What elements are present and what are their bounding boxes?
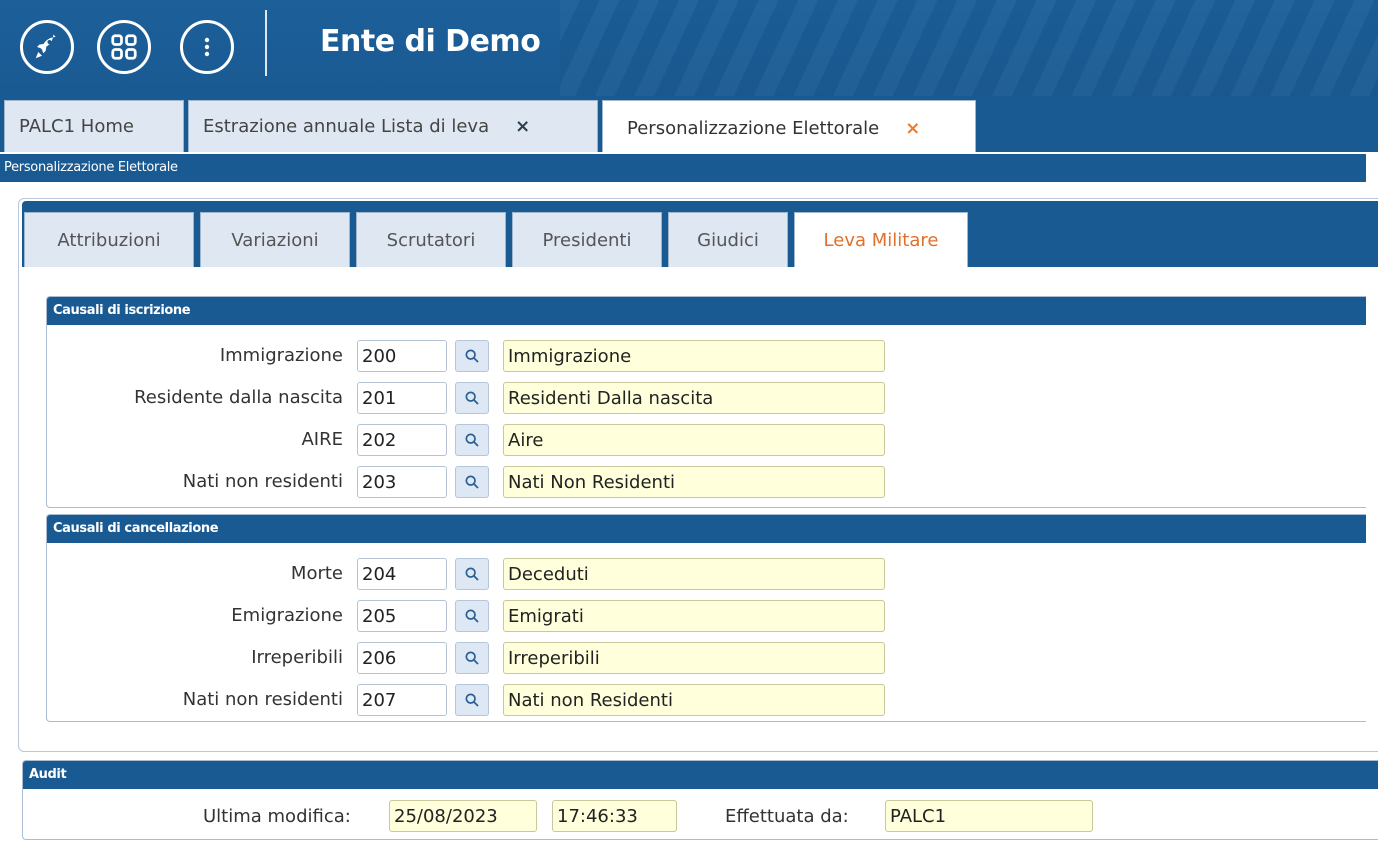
search-icon — [465, 609, 479, 623]
last-modified-label: Ultima modifica: — [203, 806, 351, 827]
search-icon — [465, 349, 479, 363]
fieldset-title: Causali di cancellazione — [47, 515, 1366, 543]
header-divider — [265, 10, 267, 76]
field-label: Irreperibili — [251, 647, 343, 668]
field-label: Immigrazione — [219, 345, 343, 366]
subtab-label: Variazioni — [231, 229, 319, 251]
search-button[interactable] — [455, 642, 489, 674]
description-field: Nati non Residenti — [503, 684, 885, 716]
search-button[interactable] — [455, 340, 489, 372]
last-modified-date: 25/08/2023 — [389, 800, 537, 832]
rocket-button[interactable] — [20, 20, 74, 74]
subtab-label: Presidenti — [542, 229, 632, 251]
fieldset-audit: Audit Ultima modifica: 25/08/2023 17:46:… — [22, 760, 1378, 840]
done-by-user: PALC1 — [885, 800, 1093, 832]
code-input[interactable]: 205 — [357, 600, 447, 632]
subtab-label: Attribuzioni — [57, 229, 161, 251]
tab-label: Estrazione annuale Lista di leva — [203, 116, 490, 137]
subtab-label: Leva Militare — [823, 229, 939, 251]
search-icon — [465, 475, 479, 489]
form-row: Immigrazione 200 Immigrazione — [47, 339, 947, 373]
code-input[interactable]: 203 — [357, 466, 447, 498]
form-row: AIRE 202 Aire — [47, 423, 947, 457]
search-button[interactable] — [455, 558, 489, 590]
search-button[interactable] — [455, 466, 489, 498]
close-icon[interactable]: × — [515, 116, 530, 137]
description-field: Immigrazione — [503, 340, 885, 372]
tab-personalizzazione[interactable]: Personalizzazione Elettorale × — [602, 100, 976, 156]
fieldset-iscrizione: Causali di iscrizione Immigrazione 200 I… — [46, 296, 1366, 508]
code-input[interactable]: 200 — [357, 340, 447, 372]
search-button[interactable] — [455, 424, 489, 456]
search-icon — [465, 433, 479, 447]
fieldset-cancellazione: Causali di cancellazione Morte 204 Deced… — [46, 514, 1366, 722]
search-icon — [465, 567, 479, 581]
app-title: Ente di Demo — [320, 24, 541, 59]
tab-home[interactable]: PALC1 Home — [4, 100, 184, 152]
breadcrumb: Personalizzazione Elettorale — [4, 160, 178, 175]
subtab-label: Giudici — [697, 229, 759, 251]
code-input[interactable]: 206 — [357, 642, 447, 674]
search-icon — [465, 651, 479, 665]
field-label: Nati non residenti — [182, 471, 343, 492]
field-label: Nati non residenti — [182, 689, 343, 710]
description-field: Emigrati — [503, 600, 885, 632]
code-input[interactable]: 202 — [357, 424, 447, 456]
subtab-scrutatori[interactable]: Scrutatori — [356, 212, 506, 267]
description-field: Nati Non Residenti — [503, 466, 885, 498]
form-row: Emigrazione 205 Emigrati — [47, 599, 947, 633]
search-button[interactable] — [455, 684, 489, 716]
tab-estrazione[interactable]: Estrazione annuale Lista di leva × — [188, 100, 598, 152]
form-row: Residente dalla nascita 201 Residenti Da… — [47, 381, 947, 415]
code-input[interactable]: 201 — [357, 382, 447, 414]
field-label: Residente dalla nascita — [134, 387, 343, 408]
search-button[interactable] — [455, 382, 489, 414]
description-field: Residenti Dalla nascita — [503, 382, 885, 414]
subtab-bar: Attribuzioni Variazioni Scrutatori Presi… — [22, 201, 1378, 267]
field-label: Emigrazione — [231, 605, 343, 626]
subtab-leva-militare[interactable]: Leva Militare — [794, 212, 968, 267]
form-row: Irreperibili 206 Irreperibili — [47, 641, 947, 675]
description-field: Deceduti — [503, 558, 885, 590]
apps-grid-icon — [111, 34, 137, 60]
tab-label: Personalizzazione Elettorale — [627, 118, 880, 139]
form-row: Morte 204 Deceduti — [47, 557, 947, 591]
subtab-label: Scrutatori — [386, 229, 476, 251]
tab-bar: PALC1 Home Estrazione annuale Lista di l… — [0, 96, 1378, 156]
field-label: Morte — [290, 563, 343, 584]
more-menu-button[interactable] — [180, 20, 234, 74]
fieldset-title: Audit — [23, 761, 1378, 789]
code-input[interactable]: 207 — [357, 684, 447, 716]
rocket-icon — [35, 34, 56, 59]
done-by-label: Effettuata da: — [725, 806, 849, 827]
apps-grid-button[interactable] — [97, 20, 151, 74]
more-vertical-icon — [204, 37, 210, 57]
search-icon — [465, 693, 479, 707]
subtab-presidenti[interactable]: Presidenti — [512, 212, 662, 267]
subtab-variazioni[interactable]: Variazioni — [200, 212, 350, 267]
subtab-attribuzioni[interactable]: Attribuzioni — [24, 212, 194, 267]
description-field: Irreperibili — [503, 642, 885, 674]
breadcrumb-bar: Personalizzazione Elettorale — [0, 152, 1366, 182]
field-label: AIRE — [301, 429, 343, 450]
code-input[interactable]: 204 — [357, 558, 447, 590]
app-header: Ente di Demo — [0, 0, 1378, 96]
form-row: Nati non residenti 207 Nati non Resident… — [47, 683, 947, 717]
close-icon[interactable]: × — [905, 118, 920, 139]
tab-label: PALC1 Home — [19, 116, 134, 137]
search-icon — [465, 391, 479, 405]
description-field: Aire — [503, 424, 885, 456]
fieldset-title: Causali di iscrizione — [47, 297, 1366, 325]
subtab-giudici[interactable]: Giudici — [668, 212, 788, 267]
form-row: Nati non residenti 203 Nati Non Resident… — [47, 465, 947, 499]
search-button[interactable] — [455, 600, 489, 632]
last-modified-time: 17:46:33 — [552, 800, 677, 832]
